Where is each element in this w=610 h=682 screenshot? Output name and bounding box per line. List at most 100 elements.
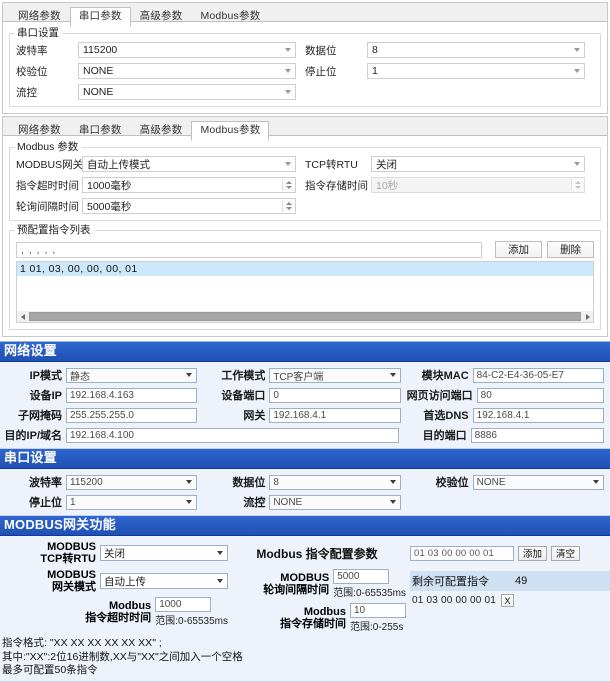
baudrate-select[interactable]: 115200 <box>78 42 296 58</box>
modbus-poll-interval-input[interactable]: 5000 <box>333 569 389 584</box>
modbus-gateway-mode-select[interactable]: 自动上传 <box>100 573 228 589</box>
modbus-grid: MODBUS TCP转RTU 关闭 MODBUS 网关模式 自动上传 <box>0 539 610 635</box>
serial-panel-body: 串口设置 波特率 115200 数据位 8 <box>3 22 607 113</box>
stopbits-select[interactable]: 1 <box>367 63 585 79</box>
modbus-remaining-row: 剩余可配置指令 49 <box>410 571 610 591</box>
scroll-right-icon[interactable] <box>582 314 593 320</box>
network-row-1: IP模式 静态 工作模式 TCP客户端 模块MAC 84-C2-E4-36-05… <box>0 365 610 385</box>
modbus-row-poll: 轮询间隔时间 5000毫秒 <box>16 198 594 214</box>
modbus-cmd-config-title-row: Modbus 指令配置参数 <box>228 539 406 567</box>
ip-mode-select[interactable]: 静态 <box>66 368 197 383</box>
web-stopbits-label: 停止位 <box>0 494 66 510</box>
parity-label: 校验位 <box>16 64 78 79</box>
modbus-panel-body: Modbus 参数 MODBUS网关 自动上传模式 TCP转RTU 关闭 <box>3 136 607 336</box>
device-port-input[interactable]: 0 <box>269 388 400 403</box>
modbus-cmd-config-title: Modbus 指令配置参数 <box>256 545 377 562</box>
modbus-remaining-value: 49 <box>515 575 527 587</box>
modbus-col-right: 01 03 00 00 00 01 添加 清空 剩余可配置指令 49 01 03… <box>406 539 610 635</box>
web-flow-select[interactable]: NONE <box>269 495 400 510</box>
modbus-clear-button[interactable]: 清空 <box>551 546 580 561</box>
modbus-gateway-mode-row: MODBUS 网关模式 自动上传 <box>0 567 228 595</box>
preconfig-add-button[interactable]: 添加 <box>495 241 542 258</box>
modbus-params-group: Modbus 参数 MODBUS网关 自动上传模式 TCP转RTU 关闭 <box>9 147 601 221</box>
web-parity-select[interactable]: NONE <box>473 475 604 490</box>
tcp2rtu-label: TCP转RTU <box>305 157 371 172</box>
parity-select[interactable]: NONE <box>78 63 296 79</box>
dest-port-input[interactable]: 8886 <box>471 428 604 443</box>
modbus-add-button[interactable]: 添加 <box>518 546 547 561</box>
modbus-cmd-store-field: 10 范围:0-255s <box>350 603 406 633</box>
spinner-arrows-icon[interactable] <box>282 179 294 191</box>
network-row-3: 子网掩码 255.255.255.0 网关 192.168.4.1 首选DNS … <box>0 405 610 425</box>
web-databits-select[interactable]: 8 <box>269 475 400 490</box>
preconfig-cmd-listbox[interactable]: 1 01, 03, 00, 00, 00, 01 <box>16 261 594 323</box>
scroll-left-icon[interactable] <box>17 314 28 320</box>
web-port-label: 网页访问端口 <box>407 387 477 403</box>
preconfig-cmdlist-group: 预配置指令列表 , , , , , 添加 删除 1 01, 03, 00, 00… <box>9 230 601 330</box>
modbus-cmd-timeout-row: Modbus 指令超时时间 1000 范围:0-65535ms <box>0 595 228 629</box>
web-baudrate-select[interactable]: 115200 <box>66 475 197 490</box>
tab-advanced-params[interactable]: 高级参数 <box>131 7 192 26</box>
preconfig-cmd-input[interactable]: , , , , , <box>16 242 482 258</box>
web-port-input[interactable]: 80 <box>477 388 604 403</box>
cmd-store-value: 10秒 <box>376 178 398 193</box>
dns-input[interactable]: 192.168.4.1 <box>473 408 604 423</box>
tab2-advanced-params[interactable]: 高级参数 <box>131 121 192 140</box>
web-parity-label: 校验位 <box>407 474 473 490</box>
modbus-gateway-mode-label-line2: 网关模式 <box>0 581 96 593</box>
tab-network-params[interactable]: 网络参数 <box>9 7 70 26</box>
tcp2rtu-select[interactable]: 关闭 <box>371 156 585 172</box>
scrollbar-thumb[interactable] <box>29 312 581 321</box>
preconfig-delete-button[interactable]: 删除 <box>547 241 594 258</box>
modbus-remove-command-button[interactable]: X <box>501 594 514 607</box>
ip-mode-label: IP模式 <box>0 367 66 383</box>
work-mode-label: 工作模式 <box>203 367 269 383</box>
tab2-modbus-params[interactable]: Modbus参数 <box>191 121 269 141</box>
gateway-input[interactable]: 192.168.4.1 <box>269 408 400 423</box>
device-ip-input[interactable]: 192.168.4.163 <box>66 388 197 403</box>
modbus-poll-interval-range: 范围:0-65535ms <box>333 584 406 599</box>
web-parity-cell: 校验位 NONE <box>407 474 610 490</box>
tab2-serial-params[interactable]: 串口参数 <box>70 121 131 140</box>
modbus-cmd-entry-row: 01 03 00 00 00 01 添加 清空 <box>410 539 610 567</box>
work-mode-select[interactable]: TCP客户端 <box>269 368 400 383</box>
modbus-cmd-entry-input[interactable]: 01 03 00 00 00 01 <box>410 546 514 561</box>
poll-interval-label: 轮询间隔时间 <box>16 199 82 214</box>
modbus-configured-command-text: 01 03 00 00 00 01 <box>412 595 496 606</box>
flowcontrol-select[interactable]: NONE <box>78 84 296 100</box>
cmd-store-label: 指令存储时间 <box>305 178 371 193</box>
cmd-timeout-label: 指令超时时间 <box>16 178 82 193</box>
serial-params-panel: 网络参数串口参数高级参数Modbus参数 串口设置 波特率 115200 数据位… <box>2 2 608 114</box>
module-mac-value: 84-C2-E4-36-05-E7 <box>473 368 604 383</box>
web-stopbits-select[interactable]: 1 <box>66 495 197 510</box>
dest-ip-cell: 目的IP/域名 192.168.4.100 <box>0 427 405 443</box>
modbus-gateway-mode-label-line1: MODBUS <box>0 569 96 581</box>
subnet-mask-input[interactable]: 255.255.255.0 <box>66 408 197 423</box>
chevron-down-icon <box>390 500 396 504</box>
tab-modbus-params[interactable]: Modbus参数 <box>191 7 269 26</box>
modbus-poll-interval-field: 5000 范围:0-65535ms <box>333 569 406 599</box>
dest-ip-input[interactable]: 192.168.4.100 <box>66 428 399 443</box>
poll-interval-spinner[interactable]: 5000毫秒 <box>82 198 296 214</box>
databits-select[interactable]: 8 <box>367 42 585 58</box>
modbus-cmd-store-label: Modbus 指令存储时间 <box>228 606 350 630</box>
chevron-down-icon <box>217 551 223 555</box>
modbus-gateway-select[interactable]: 自动上传模式 <box>82 156 296 172</box>
list-item[interactable]: 1 01, 03, 00, 00, 00, 01 <box>17 262 593 276</box>
modbus-tcp2rtu-label: MODBUS TCP转RTU <box>0 541 100 565</box>
flowcontrol-label: 流控 <box>16 85 78 100</box>
horizontal-scrollbar[interactable] <box>17 311 593 322</box>
device-ip-cell: 设备IP 192.168.4.163 <box>0 387 203 403</box>
preconfig-cmdlist-legend: 预配置指令列表 <box>15 224 95 236</box>
modbus-cmd-store-input[interactable]: 10 <box>350 603 406 618</box>
modbus-cmd-store-label-line1: Modbus <box>228 606 346 618</box>
serial-row-flow: 流控 NONE <box>16 84 594 100</box>
device-ip-label: 设备IP <box>0 387 66 403</box>
web-baudrate-value: 115200 <box>70 477 103 488</box>
tab-serial-params[interactable]: 串口参数 <box>70 7 131 27</box>
cmd-timeout-spinner[interactable]: 1000毫秒 <box>82 177 296 193</box>
modbus-remaining-label: 剩余可配置指令 <box>412 573 489 589</box>
spinner-arrows-icon[interactable] <box>282 200 294 212</box>
modbus-tcp2rtu-select[interactable]: 关闭 <box>100 545 228 561</box>
tab2-network-params[interactable]: 网络参数 <box>9 121 70 140</box>
